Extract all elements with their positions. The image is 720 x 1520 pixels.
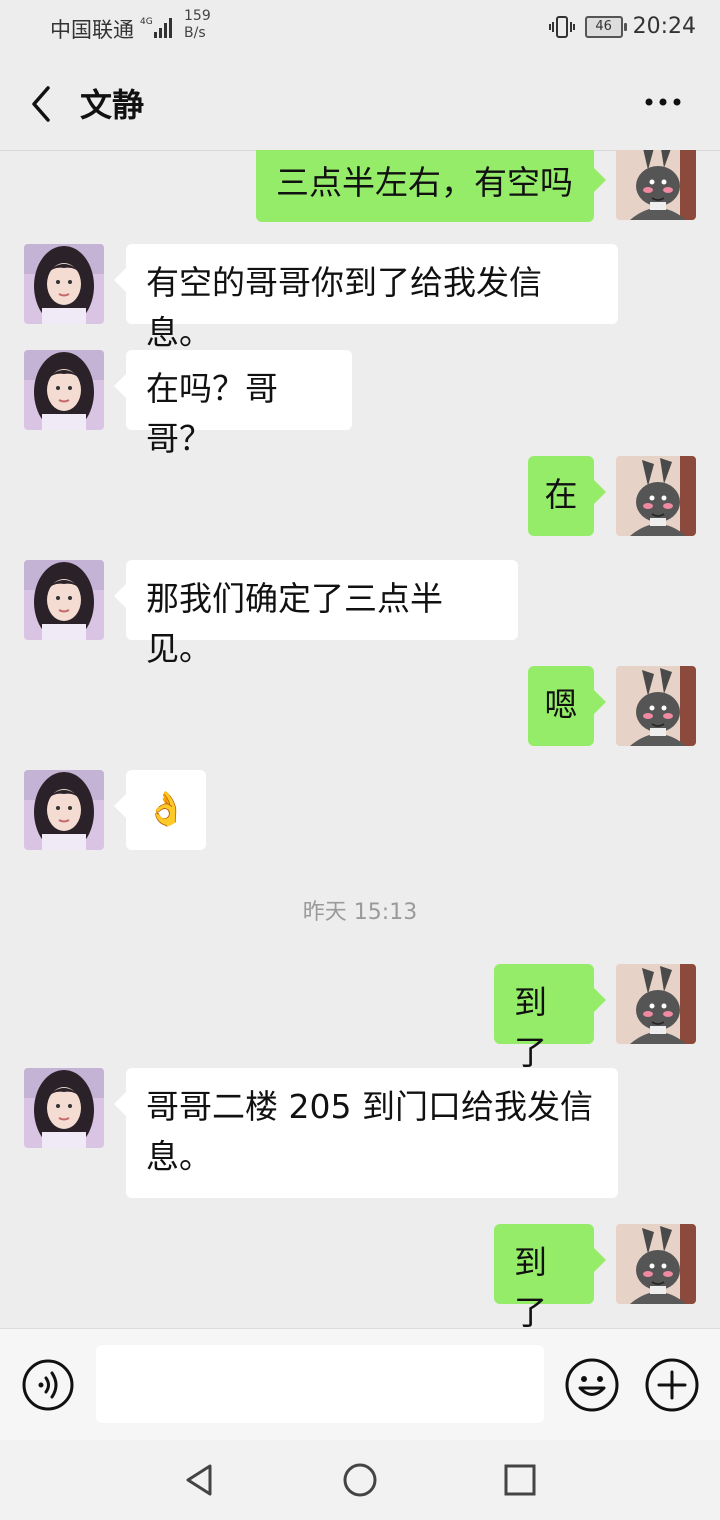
signal-icon: 4G xyxy=(140,17,172,38)
my-avatar[interactable] xyxy=(616,1224,696,1304)
message-bubble[interactable]: 在 xyxy=(528,456,606,536)
my-avatar[interactable] xyxy=(616,150,696,220)
my-avatar[interactable] xyxy=(616,964,696,1044)
message-bubble[interactable]: 那我们确定了三点半见。 xyxy=(114,560,518,668)
chat-header: 文静 xyxy=(0,56,720,151)
message-incoming: 👌 xyxy=(0,770,720,852)
contact-avatar[interactable] xyxy=(24,560,104,640)
chat-messages[interactable]: 三点半左右，有空吗 有空的哥哥你到了给我发信息。 在吗？哥哥？ 在 那我们确定了… xyxy=(0,150,720,1328)
message-bubble[interactable]: 哥哥二楼 205 到门口给我发信息。 xyxy=(114,1068,618,1198)
emoji-icon[interactable] xyxy=(564,1357,620,1413)
message-outgoing: 在 xyxy=(0,456,720,538)
message-bubble[interactable]: 有空的哥哥你到了给我发信息。 xyxy=(114,244,618,352)
back-button[interactable] xyxy=(24,84,60,124)
clock: 20:24 xyxy=(632,14,696,39)
message-outgoing: 到了 xyxy=(0,1224,720,1328)
system-nav-bar xyxy=(0,1440,720,1520)
svg-text:4G: 4G xyxy=(140,17,153,27)
contact-avatar[interactable] xyxy=(24,770,104,850)
message-bubble[interactable]: 三点半左右，有空吗 xyxy=(256,150,606,222)
message-incoming: 在吗？哥哥？ xyxy=(0,350,720,458)
status-bar: 中国联通 4G 159 B/s 46 20:24 xyxy=(0,0,720,56)
contact-name: 文静 xyxy=(80,86,145,124)
message-bubble[interactable]: 到了 xyxy=(494,1224,606,1328)
emoji-message[interactable]: 👌 xyxy=(114,770,206,850)
my-avatar[interactable] xyxy=(616,666,696,746)
message-timestamp: 昨天 15:13 xyxy=(302,900,418,925)
carrier-name: 中国联通 xyxy=(50,18,134,42)
message-outgoing: 到了 xyxy=(0,964,720,1072)
message-bubble[interactable]: 嗯 xyxy=(528,666,606,746)
contact-avatar[interactable] xyxy=(24,350,104,430)
nav-back-icon[interactable] xyxy=(180,1460,220,1500)
plus-icon[interactable] xyxy=(644,1357,700,1413)
battery-icon: 46 xyxy=(584,15,627,38)
message-input[interactable] xyxy=(96,1345,544,1423)
message-bubble[interactable]: 在吗？哥哥？ xyxy=(114,350,352,458)
my-avatar[interactable] xyxy=(616,456,696,536)
message-outgoing: 三点半左右，有空吗 xyxy=(0,150,720,222)
contact-avatar[interactable] xyxy=(24,1068,104,1148)
message-incoming: 那我们确定了三点半见。 xyxy=(0,560,720,668)
contact-avatar[interactable] xyxy=(24,244,104,324)
vibrate-icon xyxy=(548,15,575,38)
voice-input-icon[interactable] xyxy=(22,1359,74,1411)
more-options-button[interactable] xyxy=(638,82,688,122)
message-incoming: 哥哥二楼 205 到门口给我发信息。 xyxy=(0,1068,720,1200)
message-bubble[interactable]: 到了 xyxy=(494,964,606,1072)
nav-home-icon[interactable] xyxy=(340,1460,380,1500)
nav-recents-icon[interactable] xyxy=(500,1460,540,1500)
net-speed: 159 B/s xyxy=(184,8,211,41)
message-incoming: 有空的哥哥你到了给我发信息。 xyxy=(0,244,720,352)
input-bar xyxy=(0,1328,720,1441)
message-outgoing: 嗯 xyxy=(0,666,720,748)
